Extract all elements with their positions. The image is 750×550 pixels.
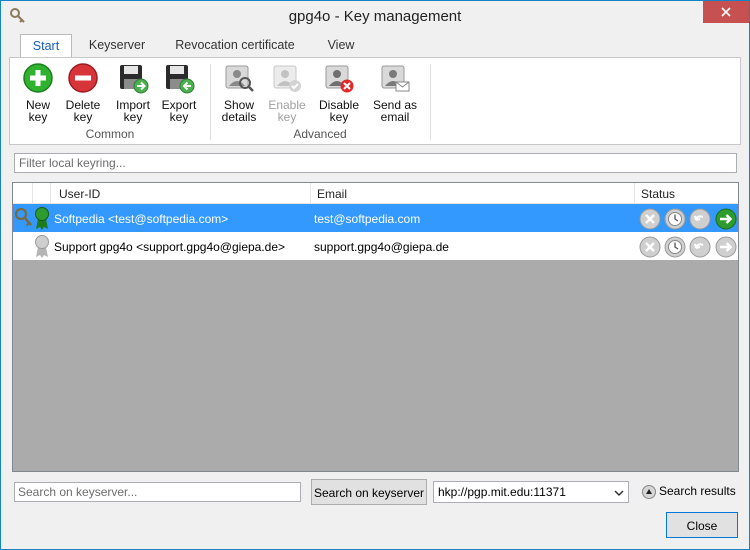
close-button[interactable]: Close [666, 512, 738, 538]
ribbon-panel: New key Delete key Import key Export key… [9, 57, 741, 145]
import-key-button[interactable]: Import key [110, 62, 156, 124]
delete-key-button[interactable]: Delete key [61, 62, 105, 124]
import-key-label: Import key [115, 98, 150, 124]
show-details-button[interactable]: Show details [216, 62, 262, 124]
revoked-status-icon [639, 236, 661, 258]
new-key-label: New key [25, 98, 50, 124]
keyserver-select[interactable]: hkp://pgp.mit.edu:11371 [433, 481, 629, 503]
group-label-advanced: Advanced [293, 127, 347, 141]
new-key-button[interactable]: New key [16, 62, 60, 124]
enable-key-button[interactable]: Enable key [264, 62, 310, 124]
table-row[interactable]: Support gpg4o <support.gpg4o@giepa.de> s… [13, 232, 738, 260]
row-user-id: Support gpg4o <support.gpg4o@giepa.de> [54, 240, 286, 254]
tab-revocation-certificate[interactable]: Revocation certificate [167, 34, 303, 58]
filter-keyring-input[interactable]: Filter local keyring... [14, 153, 737, 173]
enable-key-label: Enable key [268, 98, 306, 124]
close-icon [721, 7, 731, 17]
group-label-common: Common [85, 127, 135, 141]
user-card-check-icon [273, 65, 301, 92]
expand-arrow-icon [642, 485, 656, 499]
key-list: User-ID Email Status Softpedia <test@sof… [12, 182, 739, 472]
search-on-keyserver-button[interactable]: Search on keyserver [311, 479, 427, 505]
valid-arrow-icon [715, 208, 737, 230]
trust-ribbon-icon [35, 207, 49, 230]
valid-arrow-icon [715, 236, 737, 258]
chevron-down-icon [614, 490, 624, 497]
row-user-id: Softpedia <test@softpedia.com> [54, 212, 229, 226]
export-key-button[interactable]: Export key [156, 62, 202, 124]
keyserver-selected-value: hkp://pgp.mit.edu:11371 [438, 485, 566, 499]
trust-ribbon-icon [35, 235, 49, 258]
export-key-label: Export key [161, 98, 197, 124]
expired-clock-icon [664, 236, 686, 258]
disable-key-button[interactable]: Disable key [314, 62, 364, 124]
send-as-email-button[interactable]: Send as email [370, 62, 420, 124]
column-header-email[interactable]: Email [311, 183, 635, 204]
window-title: gpg4o - Key management [288, 8, 462, 25]
header-icon-col [33, 183, 51, 204]
send-as-email-label: Send as email [372, 98, 418, 124]
user-card-magnifier-icon [225, 65, 254, 92]
secret-key-icon [14, 207, 32, 227]
tab-start[interactable]: Start [20, 34, 72, 58]
floppy-import-icon [120, 65, 149, 94]
window-close-button[interactable] [703, 1, 749, 23]
tab-keyserver[interactable]: Keyserver [79, 34, 155, 58]
revoked-status-icon [639, 208, 661, 230]
row-email: test@softpedia.com [314, 212, 421, 226]
user-card-envelope-icon [381, 65, 410, 92]
column-header-status[interactable]: Status [635, 183, 738, 204]
disable-key-label: Disable key [318, 98, 360, 124]
undo-arrow-icon [689, 236, 711, 258]
app-window: gpg4o - Key management Start Keyserver R… [0, 0, 750, 550]
show-details-label: Show details [221, 98, 257, 124]
row-email: support.gpg4o@giepa.de [314, 240, 449, 254]
group-separator [210, 64, 211, 140]
column-header-user-id[interactable]: User-ID [51, 183, 311, 204]
table-row[interactable]: Softpedia <test@softpedia.com> test@soft… [13, 204, 738, 232]
title-bar: gpg4o - Key management [1, 1, 749, 32]
undo-arrow-icon [689, 208, 711, 230]
user-card-cross-icon [325, 65, 354, 93]
keyserver-search-input[interactable]: Search on keyserver... [14, 482, 301, 502]
expired-clock-icon [664, 208, 686, 230]
minus-circle-icon [68, 63, 98, 93]
group-separator [430, 64, 431, 140]
tab-view[interactable]: View [316, 34, 366, 58]
plus-circle-icon [23, 63, 53, 93]
list-header: User-ID Email Status [13, 183, 738, 204]
delete-key-label: Delete key [65, 98, 101, 124]
search-results-label: Search results [659, 484, 736, 498]
header-icon-col [13, 183, 33, 204]
floppy-export-icon [166, 65, 195, 94]
